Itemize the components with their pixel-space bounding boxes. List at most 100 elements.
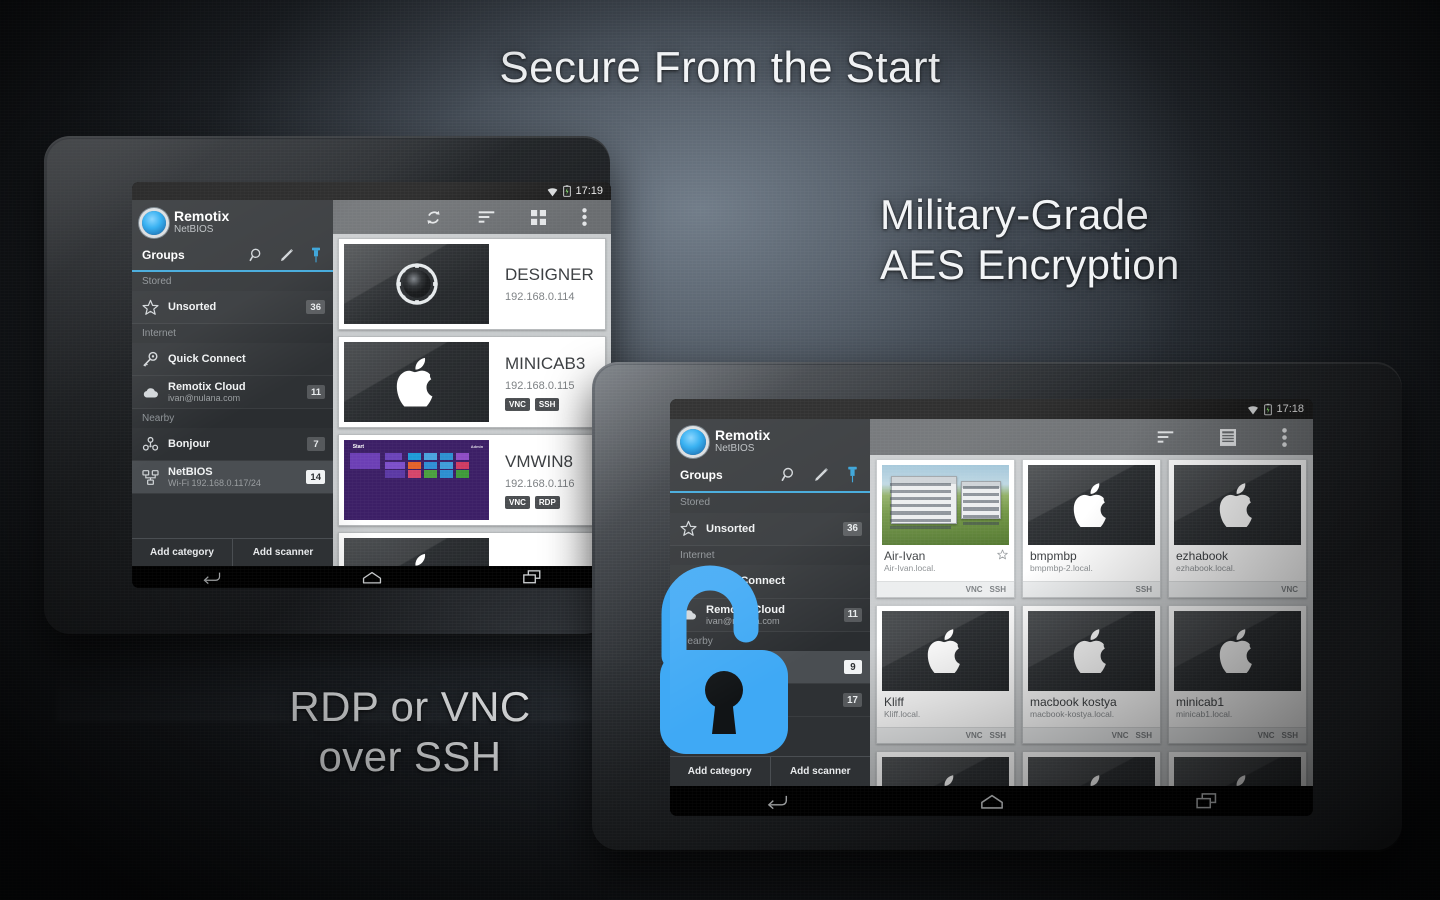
host-card[interactable]: ezhabook ezhabook.local. VNC xyxy=(1168,459,1307,598)
group-item-unsorted[interactable]: Unsorted 36 xyxy=(132,291,333,325)
host-meta: VMWIN8 192.168.0.116 VNC RDP xyxy=(489,440,600,520)
sort-icon[interactable] xyxy=(478,210,495,224)
host-name: DESIGNER xyxy=(505,265,594,284)
remotix-logo-icon xyxy=(142,210,166,235)
group-item-netbios[interactable]: NetBIOS Wi-Fi 192.168.0.117/24 14 xyxy=(132,461,333,495)
host-card[interactable] xyxy=(1022,751,1161,786)
back-icon[interactable] xyxy=(766,793,788,809)
refresh-icon[interactable] xyxy=(425,209,442,226)
protocol-label: VNC xyxy=(1281,585,1298,594)
group-item-bonjour[interactable]: Bonjour 9 xyxy=(670,650,870,685)
netbios-icon xyxy=(679,692,697,708)
host-thumbnail xyxy=(1174,611,1301,691)
home-icon[interactable] xyxy=(980,794,1004,809)
app-header: Remotix NetBIOS xyxy=(132,200,333,243)
group-item-label: Quick Connect xyxy=(168,353,246,366)
group-item-label: Quick Connect xyxy=(706,575,785,588)
groups-list: Stored Unsorted 36 Internet Quick Connect Rem… xyxy=(670,493,870,718)
host-row[interactable]: MINICAB3 192.168.0.115 VNC SSH xyxy=(338,336,606,428)
protocol-label: SSH xyxy=(1281,731,1298,740)
host-card[interactable]: Kliff Kliff.local. VNC SSH xyxy=(876,605,1015,744)
back-icon[interactable] xyxy=(202,570,221,584)
apple-logo-icon xyxy=(944,775,953,786)
host-row[interactable]: DESIGNER 192.168.0.114 xyxy=(338,238,606,330)
group-item-quick-connect[interactable]: Quick Connect xyxy=(670,565,870,599)
list-view-icon[interactable] xyxy=(1220,428,1236,446)
recents-icon[interactable] xyxy=(522,570,541,584)
group-item-remotix-cloud[interactable]: Remotix Cloud ivan@nulana.com 11 xyxy=(670,599,870,632)
search-icon[interactable] xyxy=(781,466,798,483)
pin-icon[interactable] xyxy=(309,247,323,263)
host-card[interactable] xyxy=(1168,751,1307,786)
host-card[interactable] xyxy=(876,751,1015,786)
pin-icon[interactable] xyxy=(845,466,860,483)
netbios-icon xyxy=(140,469,160,486)
host-card[interactable]: macbook kostya macbook-kostya.local. VNC SS… xyxy=(1022,605,1161,744)
host-thumbnail xyxy=(1028,611,1155,691)
protocol-chips: VNC RDP xyxy=(505,495,600,509)
search-icon[interactable] xyxy=(249,247,265,263)
add-category-button[interactable]: Add category xyxy=(670,757,770,786)
host-meta: Kliff Kliff.local. xyxy=(877,691,1014,727)
groups-toolbar: Groups xyxy=(132,243,333,270)
host-address: bmpmbp-2.local. xyxy=(1030,563,1093,573)
host-name: Kliff xyxy=(884,695,904,709)
grid-view-icon[interactable] xyxy=(531,209,546,225)
bonjour-icon xyxy=(680,659,696,674)
status-clock: 17:19 xyxy=(575,185,603,197)
group-item-remotix-cloud[interactable]: Remotix Cloud ivan@nulana.com 11 xyxy=(132,376,333,410)
group-item-text: Bonjour xyxy=(706,661,836,673)
app-body: Remotix NetBIOS Groups Stored Unsorted 3… xyxy=(132,200,611,566)
status-clock: 17:18 xyxy=(1276,403,1304,415)
group-item-unsorted[interactable]: Unsorted 36 xyxy=(670,513,870,546)
edit-icon[interactable] xyxy=(813,466,830,483)
group-item-netbios[interactable]: NetBIOS 192.168.0.117/24 17 xyxy=(670,684,870,718)
cloud-icon xyxy=(681,610,696,620)
host-meta: DESIGNER 192.168.0.114 xyxy=(489,244,600,324)
apple-logo-icon xyxy=(1073,629,1106,673)
add-scanner-button[interactable]: Add scanner xyxy=(769,757,871,786)
group-item-text: Quick Connect xyxy=(706,575,862,587)
drawer-footer: Add category Add scanner xyxy=(670,756,870,786)
tablet-reflection xyxy=(608,852,1388,900)
group-item-text: NetBIOS Wi-Fi 192.168.0.117/24 xyxy=(168,466,298,488)
apple-logo-icon xyxy=(1073,483,1106,527)
host-name: minicab1 xyxy=(1176,695,1225,709)
host-address: 192.168.0.116 xyxy=(505,477,575,490)
recents-icon[interactable] xyxy=(1196,793,1217,809)
android-nav-bar xyxy=(132,566,611,588)
group-item-label: NetBIOS xyxy=(168,466,213,479)
host-card[interactable]: minicab1 minicab1.local. VNC SSH xyxy=(1168,605,1307,744)
group-item-bonjour[interactable]: Bonjour 7 xyxy=(132,428,333,462)
add-scanner-button[interactable]: Add scanner xyxy=(232,539,333,566)
android-status-bar: 17:18 xyxy=(670,399,1313,419)
host-address: 192.168.0.115 xyxy=(505,379,575,392)
host-row[interactable]: Start Admin VMWIN8 192.168.0.116 VNC RDP xyxy=(338,434,606,526)
add-category-button[interactable]: Add category xyxy=(132,539,232,566)
host-thumbnail xyxy=(344,538,489,566)
group-item-count-badge: 36 xyxy=(306,300,325,315)
protocol-chip: RDP xyxy=(534,495,560,509)
overflow-menu-icon[interactable] xyxy=(1282,427,1287,447)
host-card[interactable]: bmpmbp bmpmbp-2.local. SSH xyxy=(1022,459,1161,598)
protocol-chip: VNC xyxy=(505,397,530,411)
host-card-footer: VNC SSH xyxy=(877,581,1014,597)
apple-logo-icon xyxy=(1219,629,1252,673)
group-section-header: Nearby xyxy=(670,631,870,651)
sort-icon[interactable] xyxy=(1157,430,1174,444)
group-item-label: Unsorted xyxy=(706,522,756,535)
overflow-menu-icon[interactable] xyxy=(582,208,587,226)
host-thumbnail xyxy=(882,465,1009,545)
host-card[interactable]: Air-Ivan Air-Ivan.local. VNC SSH xyxy=(876,459,1015,598)
group-item-quick-connect[interactable]: Quick Connect xyxy=(132,343,333,377)
edit-icon[interactable] xyxy=(279,247,295,263)
key-icon xyxy=(678,573,698,590)
group-section-header: Nearby xyxy=(132,409,333,429)
host-thumbnail xyxy=(882,757,1009,786)
home-icon[interactable] xyxy=(362,571,382,584)
host-row[interactable] xyxy=(338,532,606,566)
star-icon xyxy=(679,521,697,537)
group-item-text: Bonjour xyxy=(168,438,299,450)
group-section-header: Internet xyxy=(670,545,870,566)
favorite-star-icon[interactable] xyxy=(997,549,1008,560)
